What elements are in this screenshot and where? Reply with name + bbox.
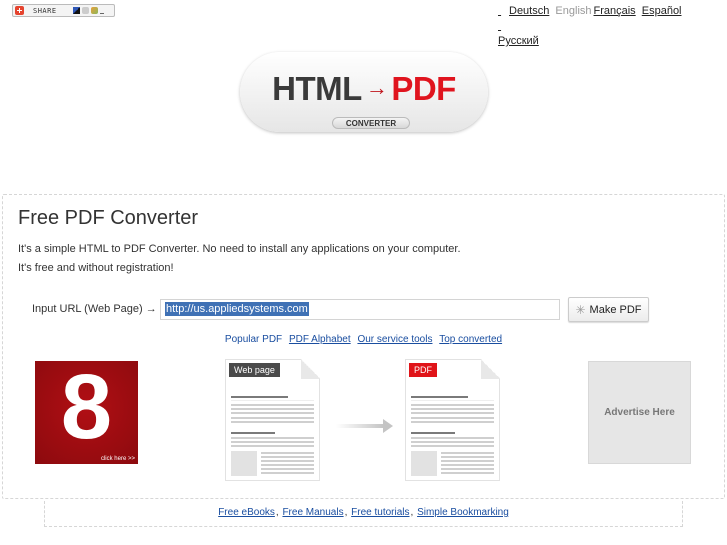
service-links: Popular PDF PDF Alphabet Our service too… [3, 334, 724, 345]
ad-click-here: click here >> [100, 456, 135, 462]
footer-link-bookmarking[interactable]: Simple Bookmarking [417, 507, 509, 518]
arrow-right-icon: → [365, 75, 388, 100]
url-input[interactable]: http://us.appliedsystems.com [160, 299, 560, 320]
pdf-tag: PDF [409, 363, 437, 377]
lang-russian[interactable]: Русский [498, 35, 539, 47]
site-logo[interactable]: HTML → PDF CONVERTER [240, 52, 488, 132]
doc-line [441, 472, 494, 474]
doc-line [411, 437, 494, 439]
share-label: SHARE [33, 6, 57, 15]
doc-line [231, 396, 288, 398]
doc-line [411, 412, 494, 414]
description-line-1: It's a simple HTML to PDF Converter. No … [18, 243, 461, 255]
doc-line [411, 408, 494, 410]
doc-line [231, 404, 314, 406]
description-line-2: It's free and without registration! [18, 262, 174, 274]
doc-line [231, 445, 314, 447]
doc-line [261, 464, 314, 466]
ad-banner-left[interactable]: 8 click here >> [35, 361, 138, 464]
doc-line [411, 396, 468, 398]
url-input-value: http://us.appliedsystems.com [165, 302, 309, 316]
digg-icon [81, 7, 89, 14]
doc-image-placeholder [411, 451, 437, 476]
doc-line [231, 408, 314, 410]
doc-line [411, 445, 494, 447]
doc-line [261, 460, 314, 462]
doc-line [231, 400, 314, 401]
link-pdf-alphabet[interactable]: PDF Alphabet [289, 334, 351, 345]
more-icon [99, 13, 104, 14]
doc-line [441, 468, 494, 470]
page-title: Free PDF Converter [18, 207, 199, 229]
doc-line [261, 456, 314, 458]
logo-wordmark: HTML → PDF [240, 70, 488, 108]
flag-placeholder [498, 4, 504, 19]
make-pdf-label: Make PDF [589, 303, 642, 316]
doc-line [231, 421, 314, 423]
converter-panel: Free PDF Converter It's a simple HTML to… [2, 194, 725, 499]
plus-icon [15, 6, 24, 15]
page-fold-icon [481, 359, 500, 379]
doc-line [231, 437, 314, 439]
doc-line [411, 404, 494, 406]
doc-line [441, 456, 494, 458]
page-description: It's a simple HTML to PDF Converter. No … [18, 240, 461, 278]
logo-pdf-text: PDF [391, 70, 456, 107]
doc-line [411, 441, 494, 443]
share-button[interactable]: SHARE [12, 4, 115, 17]
doc-line [441, 460, 494, 462]
doc-line [261, 452, 314, 454]
doc-line [411, 400, 494, 401]
make-pdf-button[interactable]: ✳ Make PDF [568, 297, 649, 322]
doc-line [231, 441, 314, 443]
footer-link-manuals[interactable]: Free Manuals [282, 507, 343, 518]
footer-links: Free eBooks, Free Manuals, Free tutorial… [44, 501, 683, 527]
flag-placeholder [498, 19, 504, 34]
language-selector: Deutsch English Français Español Русский [498, 4, 698, 49]
share-services [72, 7, 104, 14]
advertise-here-slot[interactable]: Advertise Here [588, 361, 691, 464]
doc-line [441, 464, 494, 466]
doc-line [411, 432, 455, 434]
link-service-tools[interactable]: Our service tools [357, 334, 432, 345]
lang-espanol[interactable]: Español [642, 5, 682, 17]
page-fold-icon [301, 359, 320, 379]
doc-line [441, 452, 494, 454]
link-top-converted[interactable]: Top converted [439, 334, 502, 345]
footer-link-ebooks[interactable]: Free eBooks [218, 507, 275, 518]
doc-line [231, 432, 275, 434]
doc-line [261, 472, 314, 474]
doc-line [231, 417, 314, 419]
doc-image-placeholder [231, 451, 257, 476]
spinner-icon: ✳ [575, 302, 586, 317]
doc-line [261, 468, 314, 470]
convert-arrow-icon [336, 419, 393, 433]
delicious-icon [72, 7, 80, 14]
logo-html-text: HTML [272, 70, 362, 107]
lang-deutsch[interactable]: Deutsch [509, 5, 549, 17]
lang-english-current: English [555, 5, 592, 17]
ad-number: 8 [60, 361, 113, 458]
advertise-here-label: Advertise Here [604, 407, 675, 418]
doc-line [411, 417, 494, 419]
logo-converter-badge: CONVERTER [332, 117, 410, 129]
webpage-tag: Web page [229, 363, 280, 377]
footer-link-tutorials[interactable]: Free tutorials [351, 507, 409, 518]
windows-live-icon [90, 7, 98, 14]
link-popular-pdf[interactable]: Popular PDF [225, 334, 282, 345]
url-label: Input URL (Web Page) → [32, 303, 157, 315]
doc-line [411, 421, 494, 423]
lang-francais[interactable]: Français [594, 5, 636, 17]
doc-line [231, 412, 314, 414]
